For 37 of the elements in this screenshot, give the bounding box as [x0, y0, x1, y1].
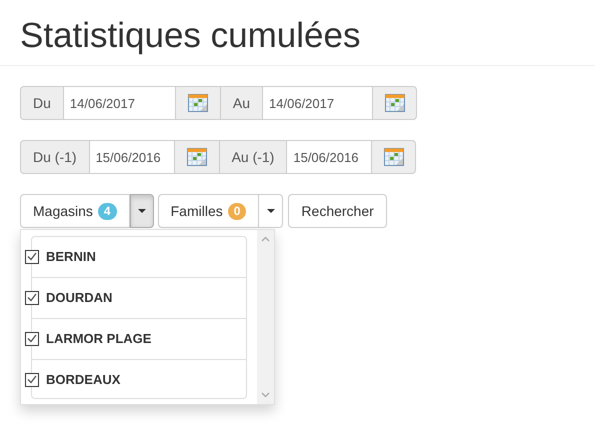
filter-button[interactable]: Familles 0 [158, 194, 260, 228]
calendar-button[interactable] [174, 86, 220, 120]
calendar-icon [384, 94, 405, 112]
date-field[interactable]: 15/06/2016 [88, 140, 174, 174]
calendar-button[interactable] [174, 140, 219, 174]
date-label: Du (-1) [20, 140, 89, 174]
dropdown-toggle[interactable] [130, 194, 154, 228]
checkbox[interactable] [25, 290, 39, 304]
calendar-icon [188, 94, 208, 112]
scrollbar[interactable] [257, 230, 274, 404]
checkbox[interactable] [25, 332, 39, 346]
caret-icon [138, 209, 146, 213]
store-label[interactable]: DOURDAN [46, 290, 112, 305]
scroll-up-icon[interactable] [261, 236, 270, 242]
page-title: Statistiques cumulées [20, 15, 362, 57]
search-button[interactable]: Rechercher [288, 194, 387, 228]
calendar-button[interactable] [371, 140, 416, 174]
caret-icon [266, 209, 275, 213]
date-label: Au (-1) [218, 140, 286, 174]
calendar-button[interactable] [372, 86, 418, 120]
count-badge: 0 [228, 202, 246, 220]
store-label[interactable]: LARMOR PLAGE [46, 331, 152, 346]
count-badge: 4 [98, 202, 117, 220]
checkbox[interactable] [25, 250, 39, 264]
dropdown-toggle[interactable] [259, 194, 284, 228]
date-label: Du [20, 86, 63, 120]
scroll-down-icon[interactable] [261, 392, 270, 398]
filter-button[interactable]: Magasins 4 [20, 194, 130, 228]
date-label: Au [220, 86, 262, 120]
calendar-icon [186, 148, 207, 166]
date-field[interactable]: 15/06/2016 [286, 140, 372, 174]
date-field[interactable]: 14/06/2017 [62, 86, 175, 120]
calendar-icon [384, 148, 404, 166]
store-label[interactable]: BORDEAUX [46, 372, 120, 387]
checkbox[interactable] [25, 372, 39, 386]
store-label[interactable]: BERNIN [46, 249, 96, 264]
date-field[interactable]: 14/06/2017 [262, 86, 372, 120]
